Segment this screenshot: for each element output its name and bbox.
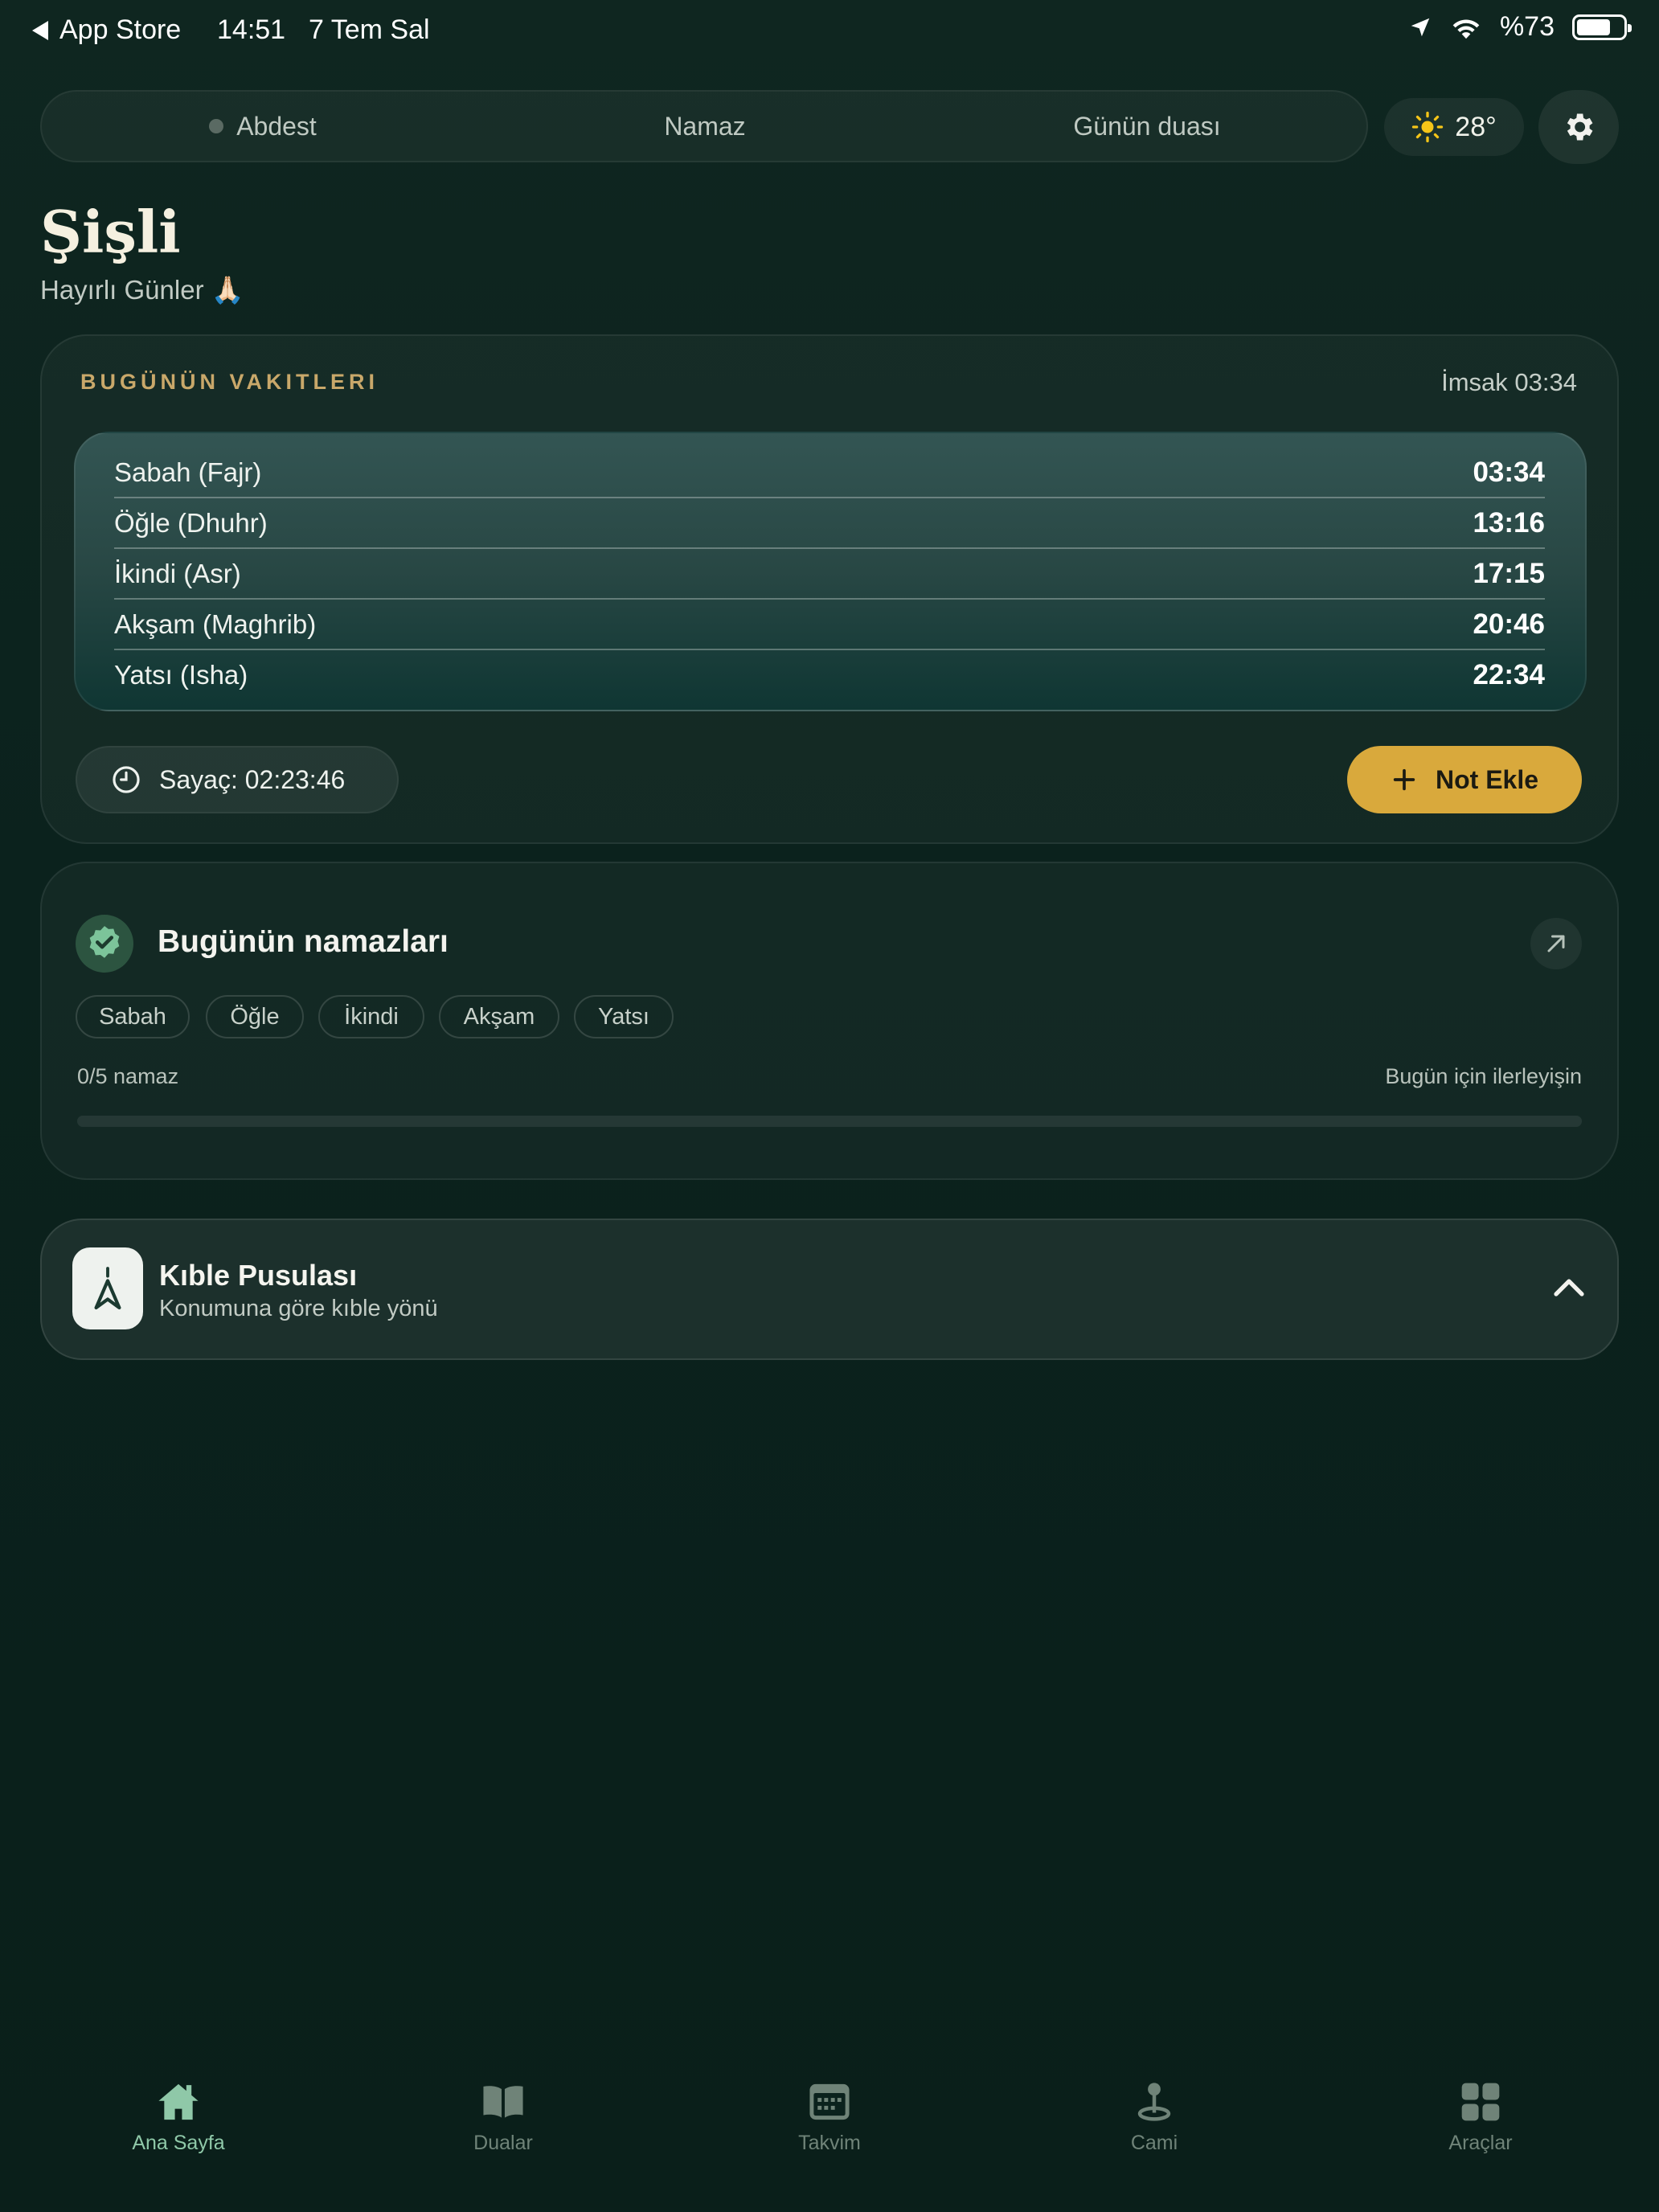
tab-label: Takvim (798, 2132, 861, 2154)
prayer-chip-ogle[interactable]: Öğle (206, 995, 304, 1038)
tab-cami[interactable]: Cami (1050, 2080, 1259, 2169)
segment-namaz[interactable]: Namaz (484, 92, 926, 161)
plus-icon (1393, 768, 1415, 791)
section-title: BUGÜNÜN VAKITLERI (80, 370, 379, 394)
prayer-row: Sabah (Fajr) 03:34 (114, 447, 1545, 498)
prayer-chip-sabah[interactable]: Sabah (76, 995, 190, 1038)
segment-abdest[interactable]: Abdest (42, 92, 484, 161)
segment-label: Abdest (236, 111, 317, 141)
tab-ana-sayfa[interactable]: Ana Sayfa (74, 2080, 283, 2169)
prayer-name: İkindi (Asr) (114, 558, 241, 588)
progress-bar (77, 1116, 1582, 1127)
back-to-app-store[interactable]: App Store (32, 14, 181, 46)
qibla-compass-icon (72, 1247, 143, 1329)
wifi-icon (1452, 19, 1480, 39)
segment-label: Günün duası (1073, 111, 1221, 141)
sun-icon (1412, 111, 1444, 143)
status-time: 14:51 (217, 14, 286, 45)
prayer-row: Akşam (Maghrib) 20:46 (114, 599, 1545, 649)
collapse-button[interactable] (1553, 1275, 1585, 1301)
prayer-times-table: Sabah (Fajr) 03:34 Öğle (Dhuhr) 13:16 İk… (74, 432, 1587, 711)
weather-pill[interactable]: 28° (1384, 98, 1524, 156)
prayer-count: 0/5 namaz (77, 1064, 179, 1088)
prayer-name: Öğle (Dhuhr) (114, 507, 268, 538)
prayer-time: 20:46 (1473, 608, 1545, 640)
greeting-text: Hayırlı Günler 🙏🏻 (40, 275, 244, 305)
chip-label: İkindi (344, 1003, 399, 1030)
prayer-row: Yatsı (Isha) 22:34 (114, 649, 1545, 700)
tab-dualar[interactable]: Dualar (399, 2080, 608, 2169)
chip-label: Akşam (463, 1003, 535, 1030)
tab-label: Dualar (473, 2132, 533, 2154)
chip-label: Yatsı (598, 1003, 649, 1030)
prayer-name: Sabah (Fajr) (114, 457, 262, 487)
imsak-time: İmsak 03:34 (1441, 368, 1577, 396)
back-label: App Store (59, 14, 182, 45)
open-prayers-button[interactable] (1530, 918, 1582, 969)
prayer-chip-aksam[interactable]: Akşam (439, 995, 559, 1038)
prayer-time: 17:15 (1473, 557, 1545, 589)
status-dot-icon (209, 119, 224, 133)
tab-takvim[interactable]: Takvim (725, 2080, 934, 2169)
tab-label: Ana Sayfa (132, 2132, 225, 2154)
countdown-pill[interactable]: Sayaç: 02:23:46 (76, 746, 399, 813)
arrow-up-right-icon (1547, 935, 1565, 952)
battery-icon (1572, 14, 1632, 40)
prayer-row: Öğle (Dhuhr) 13:16 (114, 498, 1545, 548)
qibla-subtitle: Konumuna göre kıble yönü (159, 1296, 438, 1321)
top-segment-control: Abdest Namaz Günün duası (40, 90, 1368, 162)
settings-button[interactable] (1538, 90, 1619, 164)
qibla-title: Kıble Pusulası (159, 1259, 358, 1292)
status-date: 7 Tem Sal (309, 14, 430, 45)
clock-icon (113, 766, 140, 793)
progress-label: Bugün için ilerleyişin (1385, 1064, 1582, 1088)
book-icon (483, 2086, 523, 2118)
add-note-label: Not Ekle (1435, 764, 1539, 794)
weather-temp: 28° (1455, 111, 1497, 142)
prayer-time: 03:34 (1473, 456, 1545, 488)
tab-label: Cami (1130, 2132, 1178, 2154)
gear-icon (1567, 113, 1593, 141)
chevron-up-icon (1554, 1279, 1584, 1296)
segment-gunun-duasi[interactable]: Günün duası (926, 92, 1368, 161)
status-bar: App Store 14:51 7 Tem Sal %73 (0, 0, 1659, 59)
segment-label: Namaz (664, 111, 746, 141)
location-arrow-icon (1411, 18, 1430, 36)
prayer-chip-ikindi[interactable]: İkindi (318, 995, 424, 1038)
chip-label: Öğle (230, 1003, 280, 1030)
chip-label: Sabah (99, 1003, 166, 1030)
add-note-button[interactable]: Not Ekle (1347, 746, 1582, 813)
mosque-pin-icon (1137, 2083, 1171, 2121)
prayer-name: Yatsı (Isha) (114, 659, 248, 690)
verified-check-icon (76, 915, 133, 973)
home-icon (158, 2083, 199, 2120)
countdown-text: Sayaç: 02:23:46 (159, 764, 346, 794)
prayer-name: Akşam (Maghrib) (114, 608, 317, 639)
prayer-row: İkindi (Asr) 17:15 (114, 548, 1545, 599)
today-prayers-title: Bugünün namazları (158, 924, 449, 959)
prayer-time: 22:34 (1473, 658, 1545, 690)
battery-percent: %73 (1499, 11, 1555, 42)
calendar-icon (809, 2083, 850, 2120)
back-arrow-icon (32, 20, 48, 40)
tab-label: Araçlar (1448, 2132, 1513, 2154)
prayer-time: 13:16 (1473, 506, 1545, 539)
prayer-chip-yatsi[interactable]: Yatsı (574, 995, 674, 1038)
tab-araclar[interactable]: Araçlar (1376, 2080, 1585, 2169)
grid-icon (1461, 2083, 1500, 2121)
city-title: Şişli (40, 198, 181, 266)
